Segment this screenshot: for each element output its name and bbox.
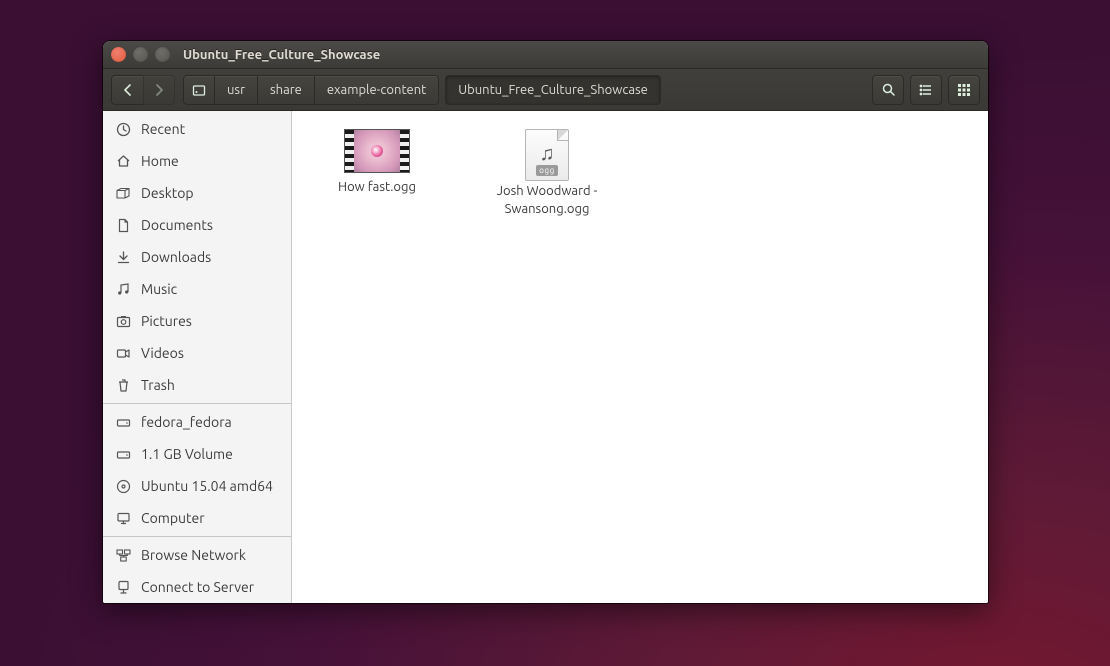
sidebar-item-connect-server[interactable]: Connect to Server (103, 571, 291, 603)
network-icon (115, 547, 131, 563)
music-icon (115, 281, 131, 297)
drive-icon (115, 446, 131, 462)
pathbar: usr share example-content Ubuntu_Free_Cu… (183, 75, 868, 105)
sidebar-item-label: Home (141, 153, 179, 169)
documents-icon (115, 217, 131, 233)
trash-icon (115, 377, 131, 393)
sidebar-item-label: Desktop (141, 185, 194, 201)
sidebar-item-documents[interactable]: Documents (103, 209, 291, 241)
sidebar-item-label: Videos (141, 345, 184, 361)
sidebar-item-trash[interactable]: Trash (103, 369, 291, 401)
window-title: Ubuntu_Free_Culture_Showcase (183, 48, 380, 62)
downloads-icon (115, 249, 131, 265)
nav-buttons (111, 75, 175, 105)
file-item-video[interactable]: How fast.ogg (312, 125, 442, 218)
close-button[interactable] (111, 47, 126, 62)
minimize-button[interactable] (133, 47, 148, 62)
forward-button[interactable] (143, 75, 175, 105)
videos-icon (115, 345, 131, 361)
path-segment[interactable]: example-content (315, 75, 439, 105)
file-view[interactable]: How fast.ogg ♫ ogg Josh Woodward - Swans… (292, 111, 988, 603)
sidebar: Recent Home Desktop Documents Downloads … (103, 111, 292, 603)
grid-view-button[interactable] (948, 75, 980, 105)
sidebar-item-label: Pictures (141, 313, 192, 329)
sidebar-item-network[interactable]: Browse Network (103, 539, 291, 571)
list-view-button[interactable] (910, 75, 942, 105)
toolbar: usr share example-content Ubuntu_Free_Cu… (103, 69, 988, 111)
sidebar-item-music[interactable]: Music (103, 273, 291, 305)
sidebar-separator (103, 403, 291, 404)
sidebar-item-desktop[interactable]: Desktop (103, 177, 291, 209)
computer-icon (115, 510, 131, 526)
sidebar-item-label: Documents (141, 217, 213, 233)
content-area: Recent Home Desktop Documents Downloads … (103, 111, 988, 603)
path-root-button[interactable] (183, 75, 215, 105)
path-segment[interactable]: usr (215, 75, 258, 105)
desktop-icon (115, 185, 131, 201)
sidebar-item-label: Connect to Server (141, 579, 254, 595)
sidebar-item-label: Ubuntu 15.04 amd64 (141, 478, 273, 494)
file-manager-window: Ubuntu_Free_Culture_Showcase usr share e… (103, 41, 988, 603)
sidebar-item-label: Trash (141, 377, 175, 393)
sidebar-item-label: Music (141, 281, 177, 297)
sidebar-item-drive[interactable]: fedora_fedora (103, 406, 291, 438)
sidebar-item-label: Browse Network (141, 547, 246, 563)
sidebar-item-label: 1.1 GB Volume (141, 446, 233, 462)
sidebar-item-recent[interactable]: Recent (103, 113, 291, 145)
sidebar-item-videos[interactable]: Videos (103, 337, 291, 369)
path-segment[interactable]: share (258, 75, 315, 105)
sidebar-item-label: fedora_fedora (141, 414, 232, 430)
recent-icon (115, 121, 131, 137)
home-icon (115, 153, 131, 169)
drive-icon (115, 414, 131, 430)
path-segment-current[interactable]: Ubuntu_Free_Culture_Showcase (445, 75, 661, 105)
file-format-badge: ogg (536, 165, 557, 176)
sidebar-item-label: Downloads (141, 249, 211, 265)
server-icon (115, 579, 131, 595)
back-button[interactable] (111, 75, 143, 105)
video-thumbnail (344, 129, 410, 173)
music-note-icon: ♫ (540, 143, 555, 163)
toolbar-right (872, 75, 980, 105)
maximize-button[interactable] (155, 47, 170, 62)
sidebar-item-label: Computer (141, 510, 205, 526)
sidebar-item-pictures[interactable]: Pictures (103, 305, 291, 337)
search-button[interactable] (872, 75, 904, 105)
sidebar-item-label: Recent (141, 121, 185, 137)
sidebar-separator (103, 536, 291, 537)
file-label: Josh Woodward - Swansong.ogg (482, 183, 612, 218)
file-item-audio[interactable]: ♫ ogg Josh Woodward - Swansong.ogg (482, 125, 612, 218)
sidebar-item-drive[interactable]: 1.1 GB Volume (103, 438, 291, 470)
sidebar-item-downloads[interactable]: Downloads (103, 241, 291, 273)
audio-thumbnail: ♫ ogg (525, 129, 569, 181)
disc-icon (115, 478, 131, 494)
sidebar-item-home[interactable]: Home (103, 145, 291, 177)
file-label: How fast.ogg (312, 179, 442, 197)
sidebar-item-disc[interactable]: Ubuntu 15.04 amd64 (103, 470, 291, 502)
titlebar[interactable]: Ubuntu_Free_Culture_Showcase (103, 41, 988, 69)
sidebar-item-computer[interactable]: Computer (103, 502, 291, 534)
pictures-icon (115, 313, 131, 329)
